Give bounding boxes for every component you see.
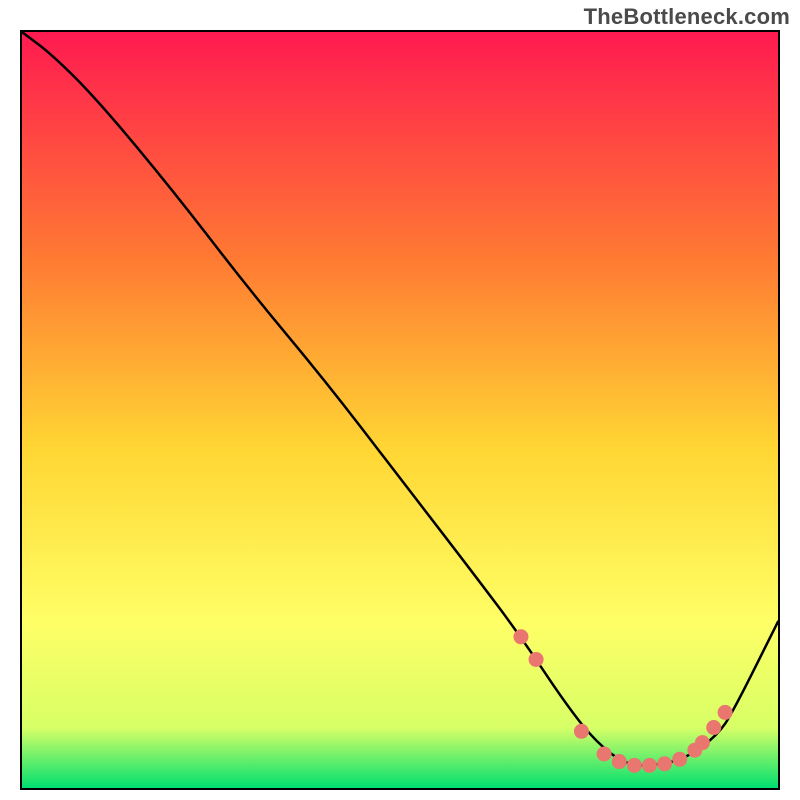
highlight-dot — [718, 705, 733, 720]
highlight-dot — [574, 724, 589, 739]
highlight-dots — [513, 629, 732, 773]
highlight-dot — [706, 720, 721, 735]
highlight-dot — [612, 754, 627, 769]
bottleneck-curve — [22, 32, 778, 765]
highlight-dot — [672, 752, 687, 767]
highlight-dot — [695, 735, 710, 750]
watermark-text: TheBottleneck.com — [584, 4, 790, 30]
highlight-dot — [513, 629, 528, 644]
highlight-dot — [627, 758, 642, 773]
highlight-dot — [642, 758, 657, 773]
highlight-dot — [529, 652, 544, 667]
highlight-dot — [657, 756, 672, 771]
highlight-dot — [597, 746, 612, 761]
chart-frame: TheBottleneck.com — [0, 0, 800, 800]
curve-overlay — [22, 32, 778, 788]
plot-area — [20, 30, 780, 790]
